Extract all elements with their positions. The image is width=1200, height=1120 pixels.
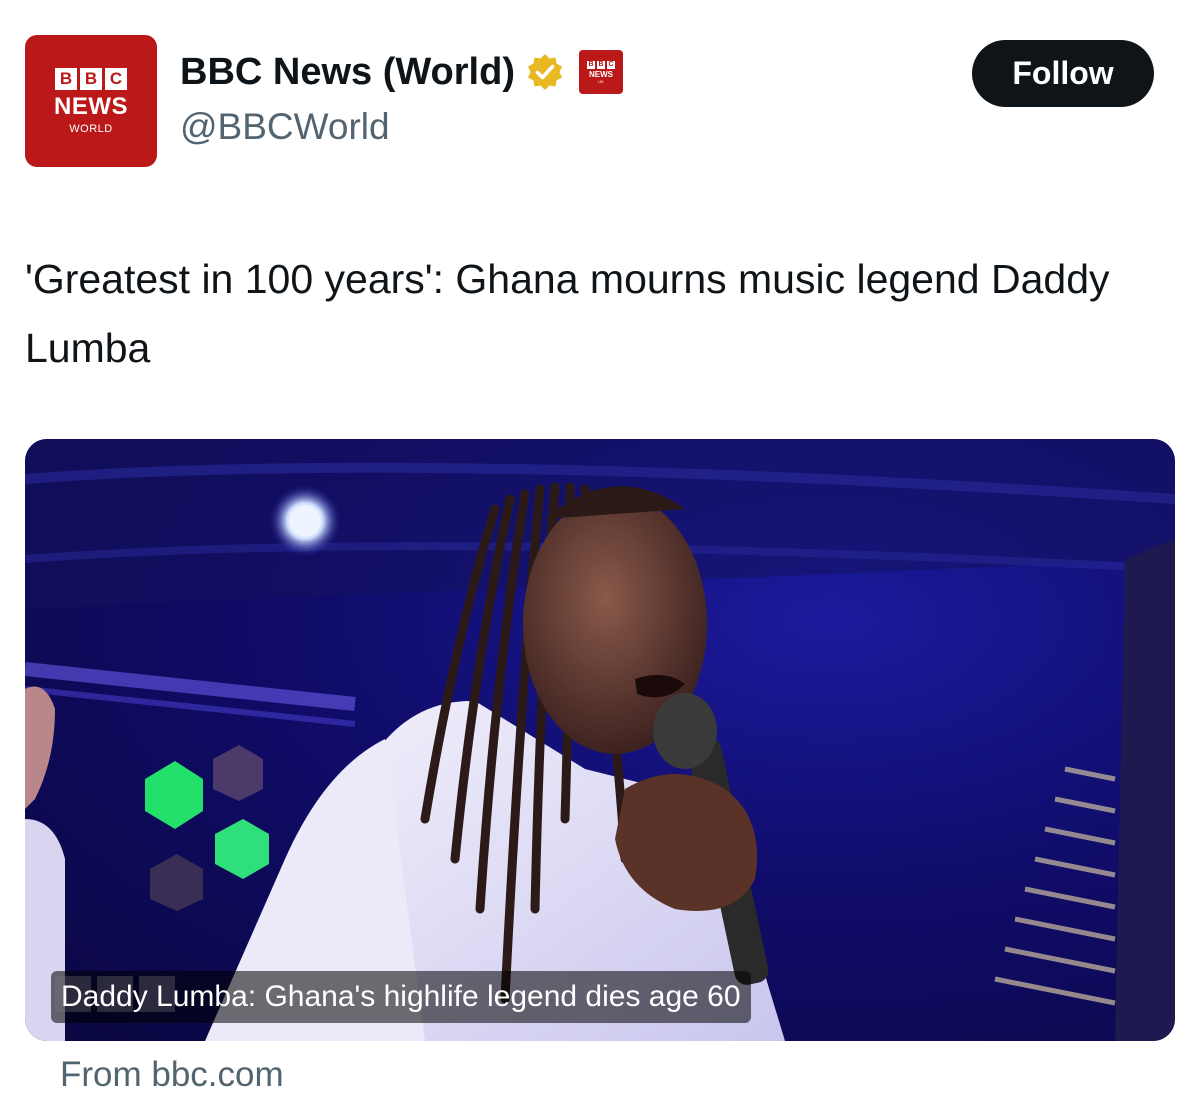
affiliate-uk-text: UK bbox=[598, 78, 604, 84]
bbc-logo-block: B bbox=[80, 67, 102, 90]
article-photo bbox=[25, 439, 1175, 1041]
bbc-logo-block: B bbox=[55, 67, 77, 90]
avatar-world-text: WORLD bbox=[69, 122, 113, 135]
tweet-text: 'Greatest in 100 years': Ghana mourns mu… bbox=[25, 256, 1110, 371]
affiliate-logo-blocks: B B C bbox=[586, 60, 615, 69]
article-headline-caption[interactable]: Daddy Lumba: Ghana's highlife legend die… bbox=[51, 971, 751, 1023]
bbc-logo-blocks: B B C bbox=[55, 67, 127, 90]
avatar-news-text: NEWS bbox=[54, 92, 128, 120]
account-handle[interactable]: @BBCWorld bbox=[180, 106, 390, 148]
account-name-row: BBC News (World) B B C NEWS UK bbox=[180, 50, 623, 94]
display-name[interactable]: BBC News (World) bbox=[180, 51, 515, 94]
gold-verified-icon[interactable] bbox=[525, 52, 565, 92]
follow-button[interactable]: Follow bbox=[972, 40, 1154, 107]
link-card[interactable]: Daddy Lumba: Ghana's highlife legend die… bbox=[25, 439, 1175, 1041]
bbc-news-world-avatar[interactable]: B B C NEWS WORLD bbox=[25, 35, 157, 167]
affiliate-logo-block: B bbox=[586, 60, 595, 69]
bbc-logo-block: C bbox=[105, 67, 127, 90]
source-domain-link[interactable]: From bbc.com bbox=[60, 1055, 284, 1095]
affiliate-news-text: NEWS bbox=[588, 69, 613, 79]
affiliate-logo-block: B bbox=[596, 60, 605, 69]
affiliate-bbc-news-badge[interactable]: B B C NEWS UK bbox=[578, 50, 623, 94]
affiliate-logo-block: C bbox=[606, 60, 615, 69]
